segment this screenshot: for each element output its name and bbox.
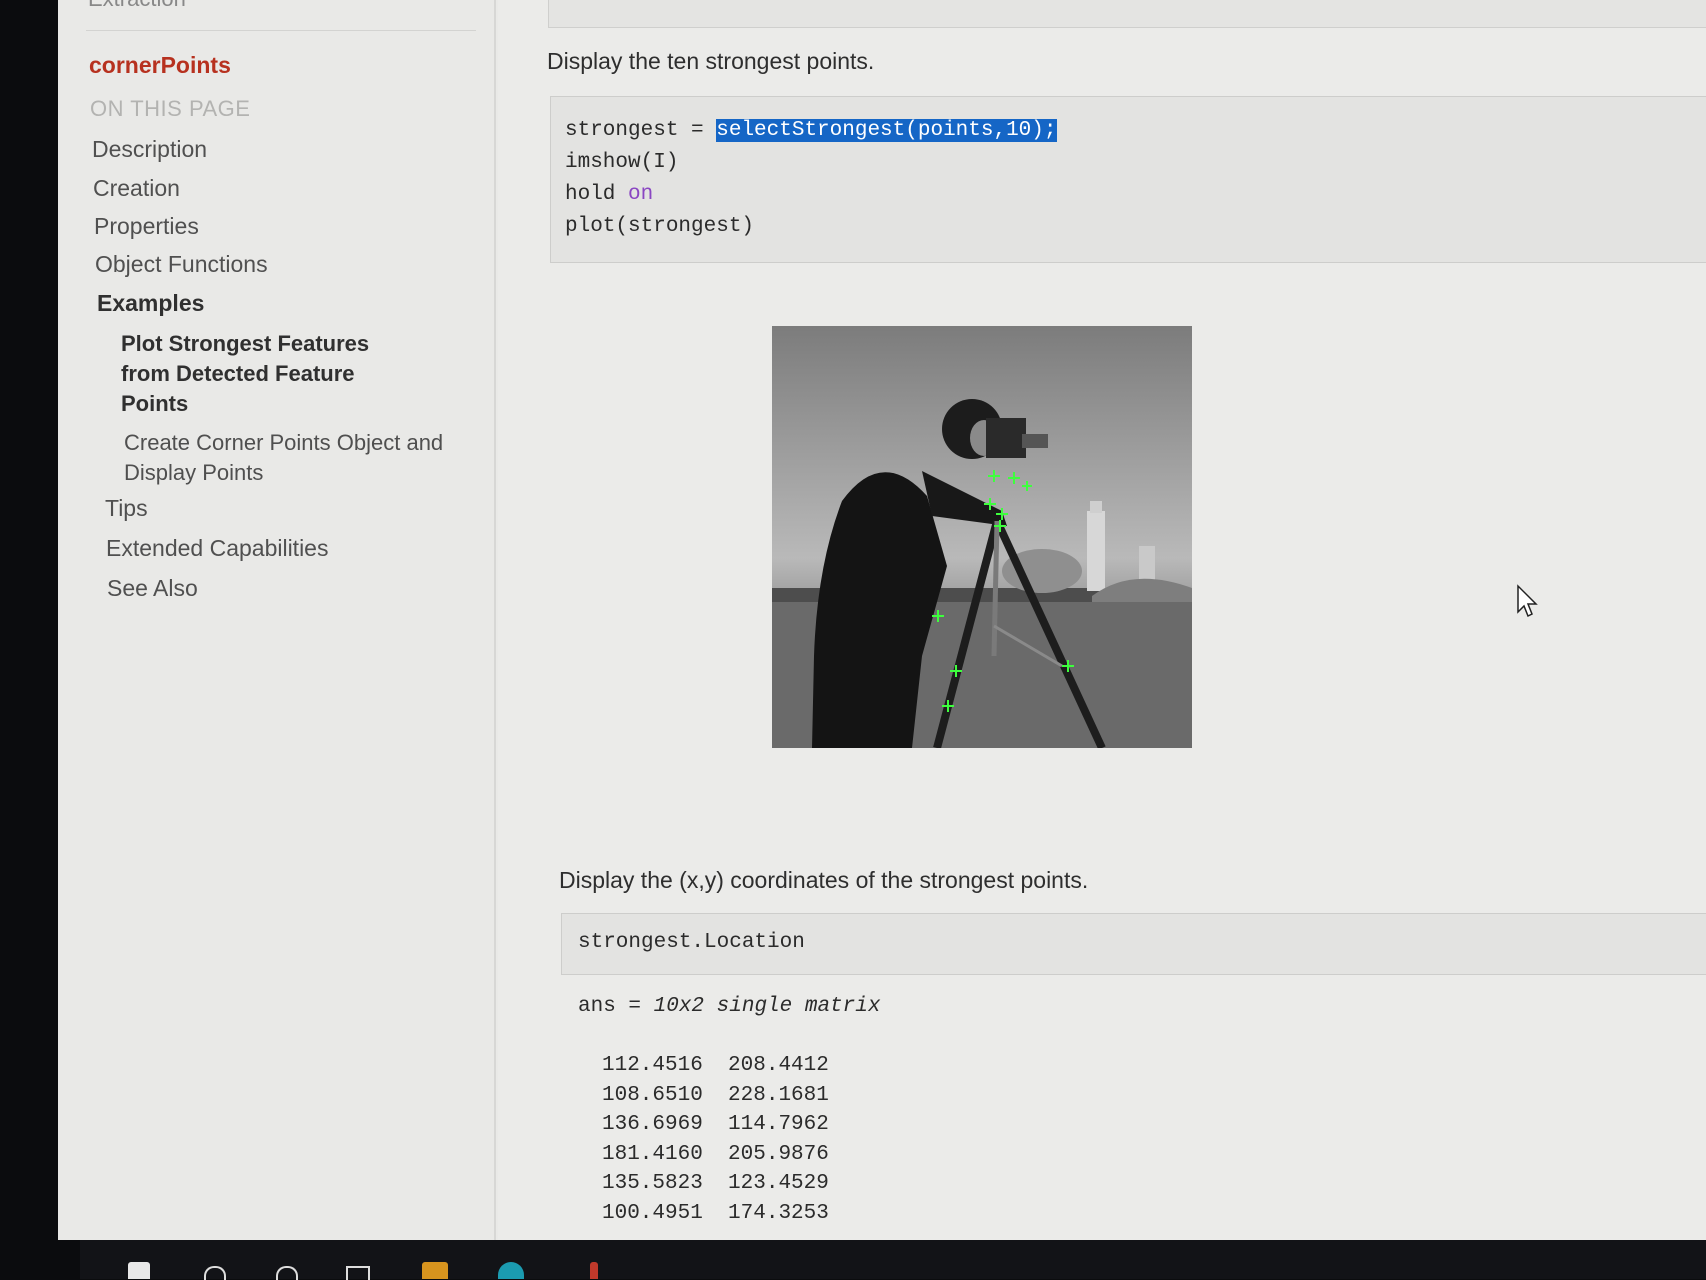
output-cell: 108.6510 (602, 1084, 703, 1107)
output-cell: 228.1681 (728, 1084, 829, 1107)
code-keyword-on: on (628, 183, 654, 206)
sidebar-item-object-functions[interactable]: Object Functions (95, 251, 268, 278)
coords-text: Display the (x,y) coordinates of the str… (559, 867, 1089, 893)
code-block-strongest[interactable]: strongest = selectStrongest(points,10); … (550, 96, 1706, 263)
screen: Extraction cornerPoints ON THIS PAGE Des… (58, 0, 1706, 1240)
output-cell: 112.4516 (602, 1054, 703, 1077)
sidebar-item-example-create-corner-points[interactable]: Create Corner Points Object and Display … (124, 428, 444, 488)
sidebar-separator (494, 0, 496, 1240)
sidebar-item-description[interactable]: Description (92, 136, 207, 163)
code-line-1: strongest = selectStrongest(points,10); (565, 119, 1057, 142)
output-header-prefix: ans = (578, 995, 654, 1018)
output-cell: 136.6969 (602, 1113, 703, 1136)
code-line-3: hold on (565, 183, 653, 206)
output-row: 100.4951 174.3253 (602, 1202, 829, 1225)
output-cell: 100.4951 (602, 1202, 703, 1225)
sidebar-item-examples[interactable]: Examples (97, 290, 204, 317)
app-icon[interactable] (590, 1262, 598, 1279)
code-line-4: plot(strongest) (565, 215, 755, 238)
task-view-icon[interactable] (346, 1266, 370, 1280)
code-line-3-prefix: hold (565, 183, 629, 206)
output-cell: 205.9876 (728, 1143, 829, 1166)
output-row: 136.6969 114.7962 (602, 1113, 829, 1136)
sidebar-item-see-also[interactable]: See Also (107, 575, 198, 602)
sidebar-item-extended-capabilities[interactable]: Extended Capabilities (106, 535, 328, 562)
code-line-2: imshow(I) (565, 151, 679, 174)
start-menu-icon[interactable] (128, 1262, 150, 1279)
intro-text: Display the ten strongest points. (547, 48, 875, 74)
output-row: 112.4516 208.4412 (602, 1054, 829, 1077)
on-this-page-label: ON THIS PAGE (90, 96, 251, 121)
sidebar-item-creation[interactable]: Creation (93, 175, 180, 202)
selected-code[interactable]: selectStrongest(points,10); (716, 119, 1057, 142)
output-row: 108.6510 228.1681 (602, 1084, 829, 1107)
sidebar-item-properties[interactable]: Properties (94, 213, 199, 240)
search-icon[interactable] (204, 1266, 226, 1280)
main-content: Display the ten strongest points. strong… (498, 0, 1706, 1240)
output-row: 181.4160 205.9876 (602, 1143, 829, 1166)
cortana-icon[interactable] (276, 1266, 298, 1280)
sidebar-divider-line (86, 30, 476, 31)
output-header: ans = 10x2 single matrix (578, 995, 880, 1018)
sidebar-title-link[interactable]: cornerPoints (89, 52, 231, 79)
sidebar-cut-heading[interactable]: Extraction (88, 0, 186, 12)
taskbar (80, 1240, 1706, 1279)
output-cell: 208.4412 (728, 1054, 829, 1077)
sidebar: Extraction cornerPoints ON THIS PAGE Des… (58, 0, 498, 1240)
output-header-type: 10x2 single matrix (653, 995, 881, 1018)
output-cell: 181.4160 (602, 1143, 703, 1166)
output-cell: 174.3253 (728, 1202, 829, 1225)
mouse-pointer-icon (1517, 584, 1538, 618)
code-block-location[interactable]: strongest.Location (561, 913, 1706, 975)
sidebar-item-example-plot-strongest[interactable]: Plot Strongest Features from Detected Fe… (121, 329, 421, 419)
cameraman-figure (772, 326, 1192, 748)
file-explorer-icon[interactable] (422, 1262, 448, 1279)
previous-code-box (548, 0, 1706, 28)
sidebar-item-tips[interactable]: Tips (105, 495, 148, 522)
output-row: 135.5823 123.4529 (602, 1172, 829, 1195)
code-line-1-prefix: strongest = (565, 119, 717, 142)
output-cell: 135.5823 (602, 1172, 703, 1195)
output-cell: 114.7962 (728, 1113, 829, 1136)
output-cell: 123.4529 (728, 1172, 829, 1195)
code-location-line: strongest.Location (578, 931, 805, 954)
